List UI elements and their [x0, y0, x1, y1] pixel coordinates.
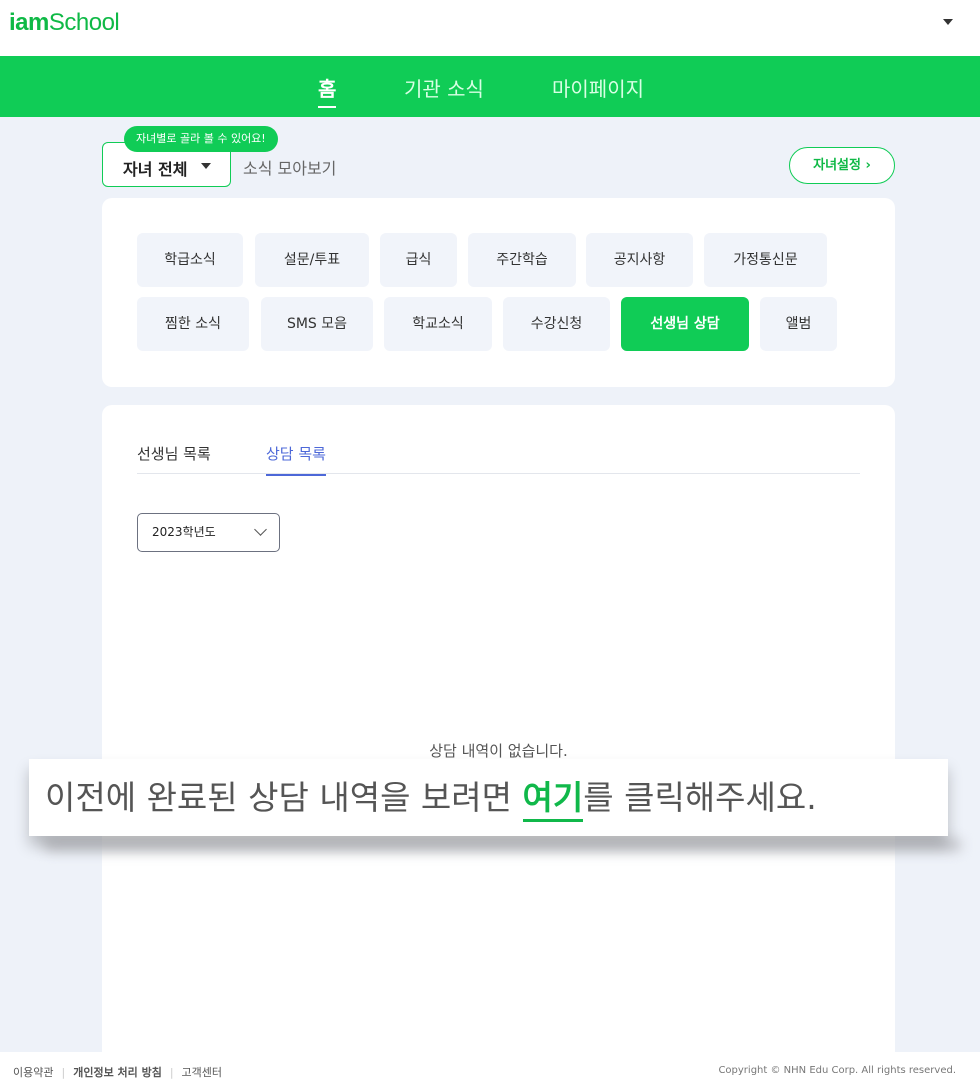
callout-suffix-text: 를 클릭해주세요.	[583, 778, 817, 817]
iamschool-logo[interactable]: iamSchool	[9, 9, 120, 37]
tab-teacher-list[interactable]: 선생님 목록	[137, 443, 211, 474]
category-notice[interactable]: 공지사항	[586, 233, 693, 287]
global-navigation: 홈 기관 소식 마이페이지	[0, 56, 980, 117]
account-dropdown-caret-icon[interactable]	[943, 19, 953, 25]
previous-consultation-link[interactable]: 여기	[522, 778, 584, 822]
school-year-select[interactable]: 2023학년도	[137, 513, 280, 552]
chevron-down-icon	[254, 523, 267, 536]
category-course-registration[interactable]: 수강신청	[503, 297, 610, 351]
footer-link-privacy[interactable]: 개인정보 처리 방침	[73, 1066, 162, 1079]
callout-prefix-text: 이전에 완료된 상담 내역을 보려면	[45, 778, 523, 817]
category-survey-vote[interactable]: 설문/투표	[255, 233, 369, 287]
footer-link-terms[interactable]: 이용약관	[13, 1066, 53, 1079]
top-bar: iamSchool	[0, 0, 980, 56]
child-settings-button[interactable]: 자녀설정 ›	[789, 147, 895, 184]
logo-regular-text: School	[48, 9, 120, 36]
category-bookmarked-news[interactable]: 찜한 소식	[137, 297, 249, 351]
footer-links: 이용약관 | 개인정보 처리 방침 | 고객센터	[13, 1064, 222, 1080]
gnb-item-mypage[interactable]: 마이페이지	[552, 73, 644, 102]
footer-separator: |	[169, 1066, 174, 1079]
school-year-value: 2023학년도	[152, 525, 216, 539]
category-weekly-study[interactable]: 주간학습	[468, 233, 576, 287]
category-school-news[interactable]: 학교소식	[384, 297, 492, 351]
category-card: 학급소식 설문/투표 급식 주간학습 공지사항 가정통신문 찜한 소식 SMS …	[102, 198, 895, 387]
category-teacher-consultation[interactable]: 선생님 상담	[621, 297, 749, 351]
child-filter-tooltip: 자녀별로 골라 볼 수 있어요!	[124, 126, 278, 152]
gnb-item-home[interactable]: 홈	[318, 73, 337, 108]
empty-consultation-message: 상담 내역이 없습니다.	[429, 742, 568, 760]
category-album[interactable]: 앨범	[760, 297, 837, 351]
callout-shadow	[44, 838, 962, 852]
caret-down-icon	[201, 163, 211, 169]
category-sms-collection[interactable]: SMS 모음	[261, 297, 373, 351]
news-collection-label: 소식 모아보기	[243, 159, 337, 178]
consultation-panel: 선생님 목록 상담 목록 2023학년도 상담 내역이 없습니다.	[102, 405, 895, 1088]
gnb-item-institution-news[interactable]: 기관 소식	[404, 73, 484, 102]
footer-link-support[interactable]: 고객센터	[182, 1066, 222, 1079]
footer-separator: |	[61, 1066, 66, 1079]
tab-consultation-list[interactable]: 상담 목록	[266, 443, 326, 476]
previous-consultation-callout: 이전에 완료된 상담 내역을 보려면 여기를 클릭해주세요.	[29, 759, 948, 836]
logo-bold-text: iam	[9, 9, 49, 36]
tab-divider	[137, 473, 860, 474]
copyright-text: Copyright © NHN Edu Corp. All rights res…	[718, 1065, 956, 1076]
footer: 이용약관 | 개인정보 처리 방침 | 고객센터 Copyright © NHN Edu…	[0, 1052, 980, 1088]
child-select-label: 자녀 전체	[123, 160, 188, 179]
category-meal[interactable]: 급식	[380, 233, 457, 287]
category-home-letter[interactable]: 가정통신문	[704, 233, 827, 287]
category-class-news[interactable]: 학급소식	[137, 233, 243, 287]
